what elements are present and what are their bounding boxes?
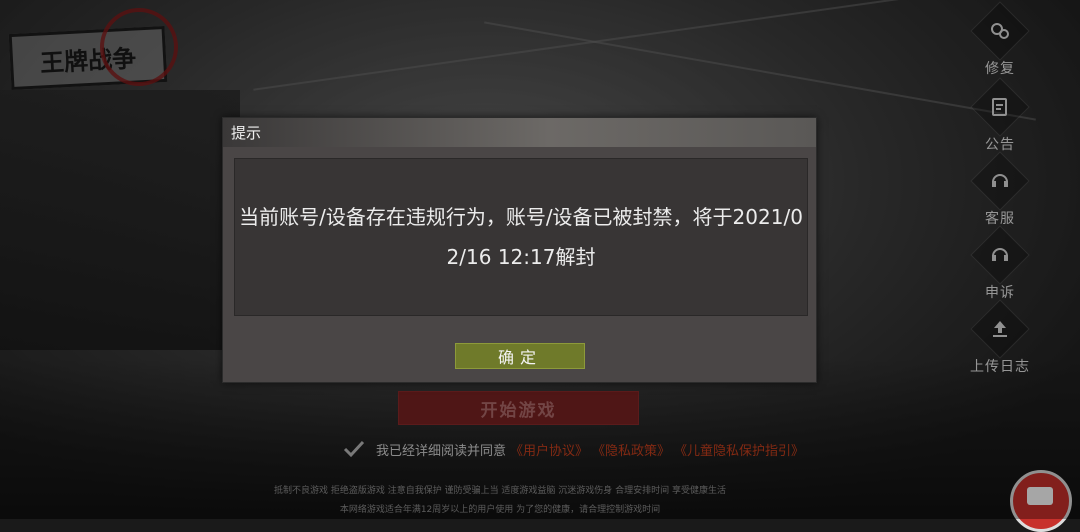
confirm-button[interactable]: 确定 (455, 343, 585, 369)
dialog-message: 当前账号/设备存在违规行为，账号/设备已被封禁，将于2021/02/16 12:… (239, 205, 803, 269)
dialog-body: 当前账号/设备存在违规行为，账号/设备已被封禁，将于2021/02/16 12:… (234, 158, 808, 316)
dialog-header: 提示 (223, 118, 816, 147)
dialog-title: 提示 (231, 124, 262, 142)
ban-notice-dialog: 提示 当前账号/设备存在违规行为，账号/设备已被封禁，将于2021/02/16 … (222, 117, 817, 383)
